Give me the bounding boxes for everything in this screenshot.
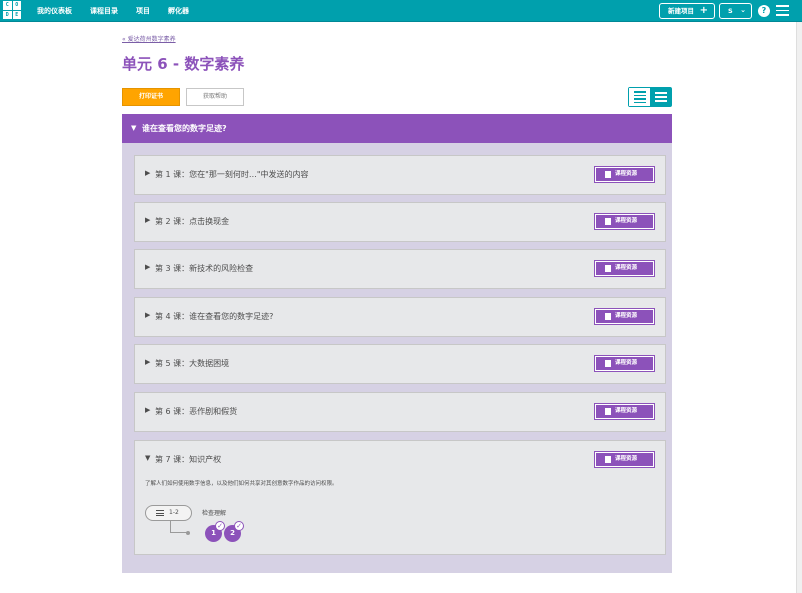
get-help-button[interactable]: 获取帮助: [186, 88, 244, 106]
lesson-row-expanded[interactable]: ▼ 第 7 课：知识产权 课程资源 了解人们如何使用数字信息，以及他们如何共享对…: [134, 440, 666, 555]
document-icon: [605, 408, 611, 415]
unit-header[interactable]: ▼ 谁在查看您的数字足迹?: [122, 114, 672, 143]
caret-right-icon: ▶: [145, 263, 151, 271]
view-toggle: [628, 87, 672, 107]
top-nav-bar: C O D E 我的仪表板 课程目录 项目 孵化器 新建项目 + S ⌄ ?: [0, 0, 802, 22]
level-range: 1-2: [169, 509, 179, 516]
code-logo-icon[interactable]: C O D E: [3, 1, 21, 19]
lesson-title: 第 1 课：您在"那一刻何时…"中发送的内容: [155, 170, 309, 179]
level-range-pill[interactable]: 1-2: [145, 505, 192, 521]
nav-course-catalog[interactable]: 课程目录: [90, 0, 118, 22]
scrollbar[interactable]: [796, 22, 802, 593]
lesson-row[interactable]: ▶ 第 5 课：大数据困境 课程资源: [134, 344, 666, 384]
lesson-row[interactable]: ▶ 第 4 课：谁在查看您的数字足迹? 课程资源: [134, 297, 666, 337]
breadcrumb[interactable]: « 爱达荷州数字素养: [122, 34, 176, 43]
level-bubble[interactable]: 1 ✓: [205, 521, 225, 542]
list-icon: [156, 510, 164, 518]
user-initial: S: [728, 7, 733, 15]
document-icon: [605, 313, 611, 320]
lesson-resources-button[interactable]: 课程资源: [595, 452, 654, 467]
resources-label: 课程资源: [615, 265, 638, 271]
lesson-row[interactable]: ▶ 第 6 课：恶作剧和假货 课程资源: [134, 392, 666, 432]
lesson-resources-button[interactable]: 课程资源: [595, 167, 654, 182]
document-icon: [605, 218, 611, 225]
resources-label: 课程资源: [615, 360, 638, 366]
document-icon: [605, 265, 611, 272]
logo-letter: E: [12, 10, 21, 19]
new-project-label: 新建项目: [668, 7, 694, 15]
lesson-title: 第 5 课：大数据困境: [155, 359, 230, 368]
caret-right-icon: ▶: [145, 358, 151, 366]
unit-title: 谁在查看您的数字足迹?: [142, 124, 227, 133]
nav-projects[interactable]: 项目: [136, 0, 150, 22]
lesson-resources-button[interactable]: 课程资源: [595, 309, 654, 324]
hamburger-menu-icon[interactable]: [776, 5, 789, 16]
level-number: 1: [211, 529, 216, 537]
detail-view-icon[interactable]: [629, 88, 650, 106]
lesson-row[interactable]: ▶ 第 3 课：新技术的风险检查 课程资源: [134, 249, 666, 289]
lesson-title: 第 3 课：新技术的风险检查: [155, 264, 254, 273]
caret-right-icon: ▶: [145, 216, 151, 224]
lesson-title: 第 6 课：恶作剧和假货: [155, 407, 238, 416]
help-icon[interactable]: ?: [758, 5, 770, 17]
nav-incubator[interactable]: 孵化器: [168, 0, 189, 22]
caret-right-icon: ▶: [145, 406, 151, 414]
resources-label: 课程资源: [615, 408, 638, 414]
document-icon: [605, 171, 611, 178]
logo-letter: C: [3, 1, 12, 10]
lesson-description: 了解人们如何使用数字信息，以及他们如何共享对其创意数字作品的访问权限。: [145, 481, 338, 487]
lesson-resources-button[interactable]: 课程资源: [595, 404, 654, 419]
lesson-row[interactable]: ▶ 第 1 课：您在"那一刻何时…"中发送的内容 课程资源: [134, 155, 666, 195]
document-icon: [605, 360, 611, 367]
nav-dashboard[interactable]: 我的仪表板: [37, 0, 72, 22]
user-menu-button[interactable]: S ⌄: [719, 3, 752, 19]
lesson-title: 第 7 课：知识产权: [155, 455, 222, 464]
activity-label: 检查理解: [202, 510, 227, 517]
lesson-resources-button[interactable]: 课程资源: [595, 261, 654, 276]
caret-down-icon: ▼: [131, 124, 137, 132]
lesson-title: 第 2 课：点击换现金: [155, 217, 230, 226]
level-bubble[interactable]: 2 ✓: [224, 521, 244, 542]
list-view-icon[interactable]: [650, 88, 671, 106]
level-number: 2: [230, 529, 235, 537]
logo-letter: O: [12, 1, 21, 10]
logo-letter: D: [3, 10, 12, 19]
resources-label: 课程资源: [615, 313, 638, 319]
caret-right-icon: ▶: [145, 311, 151, 319]
caret-down-icon: ▼: [145, 454, 151, 462]
page-title: 单元 6 - 数字素养: [122, 55, 245, 73]
connector-dot: [186, 531, 190, 535]
new-project-button[interactable]: 新建项目 +: [659, 3, 715, 19]
checkmark-icon: ✓: [234, 521, 244, 531]
lesson-title: 第 4 课：谁在查看您的数字足迹?: [155, 312, 274, 321]
resources-label: 课程资源: [615, 218, 638, 224]
lesson-row[interactable]: ▶ 第 2 课：点击换现金 课程资源: [134, 202, 666, 242]
plus-icon: +: [699, 5, 708, 16]
checkmark-icon: ✓: [215, 521, 225, 531]
lesson-resources-button[interactable]: 课程资源: [595, 214, 654, 229]
caret-right-icon: ▶: [145, 169, 151, 177]
document-icon: [605, 456, 611, 463]
chevron-down-icon: ⌄: [740, 6, 746, 14]
resources-label: 课程资源: [615, 171, 638, 177]
print-certificate-button[interactable]: 打印证书: [122, 88, 180, 106]
lesson-resources-button[interactable]: 课程资源: [595, 356, 654, 371]
unit-panel: ▼ 谁在查看您的数字足迹? ▶ 第 1 课：您在"那一刻何时…"中发送的内容 课…: [122, 114, 672, 573]
resources-label: 课程资源: [615, 456, 638, 462]
